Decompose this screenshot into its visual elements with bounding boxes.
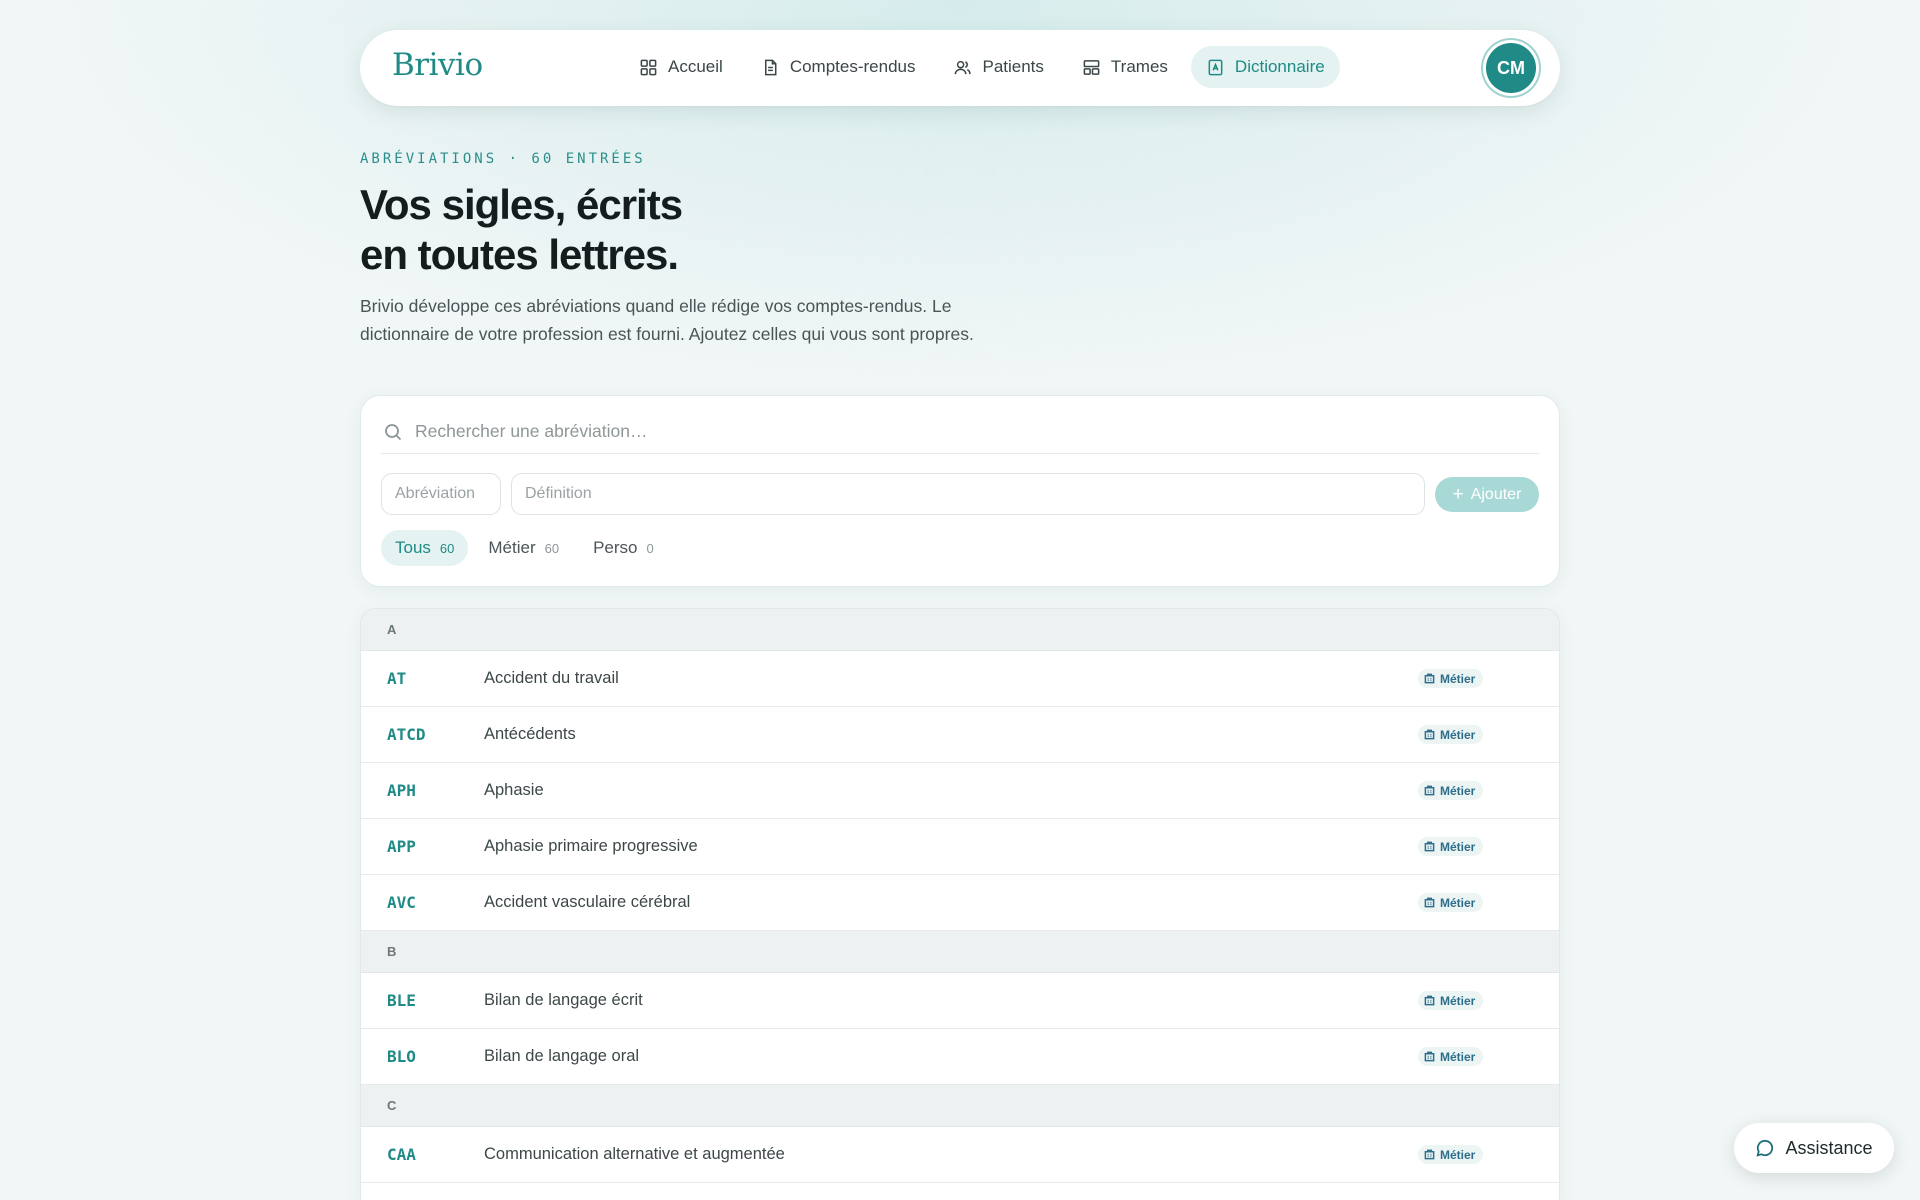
definition: Aphasie bbox=[484, 781, 544, 799]
plus-icon: + bbox=[1452, 484, 1464, 505]
abbreviation: BLO bbox=[387, 1047, 416, 1066]
section-eyebrow: ABRÉVIATIONS · 60 ENTRÉES bbox=[360, 151, 646, 167]
nav-item-dictionnaire[interactable]: Dictionnaire bbox=[1190, 46, 1340, 88]
tab-label: Métier bbox=[488, 538, 536, 557]
building-icon bbox=[1424, 995, 1435, 1006]
abbreviation: CAA bbox=[387, 1145, 416, 1164]
add-button[interactable]: + Ajouter bbox=[1435, 477, 1539, 512]
search-icon bbox=[385, 423, 402, 440]
add-button-label: Ajouter bbox=[1470, 485, 1522, 503]
abbreviation-list: A AT Accident du travail Métier ATCD Ant… bbox=[360, 608, 1560, 1200]
nav-item-label: Dictionnaire bbox=[1234, 57, 1325, 76]
grid-icon bbox=[640, 59, 657, 75]
category-badge: Métier bbox=[1418, 725, 1484, 744]
category-badge: Métier bbox=[1418, 1145, 1484, 1164]
building-icon bbox=[1424, 897, 1435, 908]
nav-item-patients[interactable]: Patients bbox=[938, 46, 1058, 88]
badge-label: Métier bbox=[1440, 727, 1476, 742]
list-item[interactable]: AVC Accident vasculaire cérébral Métier bbox=[361, 875, 1559, 931]
title-line-1: Vos sigles, écrits bbox=[360, 181, 683, 228]
category-badge: Métier bbox=[1418, 669, 1484, 688]
list-item[interactable]: BLO Bilan de langage oral Métier bbox=[361, 1029, 1559, 1085]
abbreviation: APP bbox=[387, 837, 416, 856]
badge-label: Métier bbox=[1440, 895, 1476, 910]
abbreviation: APH bbox=[387, 781, 416, 800]
definition: Aphasie primaire progressive bbox=[484, 837, 698, 855]
search-card: + Ajouter Tous 60 Métier 60 Perso 0 bbox=[360, 395, 1560, 587]
abbreviation: BLE bbox=[387, 991, 416, 1010]
nav-item-label: Trames bbox=[1110, 57, 1168, 76]
page-description: Brivio développe ces abréviations quand … bbox=[360, 296, 974, 344]
definition-field[interactable] bbox=[511, 473, 1425, 515]
list-item[interactable]: APP Aphasie primaire progressive Métier bbox=[361, 819, 1559, 875]
nav-item-trames[interactable]: Trames bbox=[1067, 46, 1183, 88]
abbreviation-field[interactable] bbox=[381, 473, 501, 515]
assistance-button[interactable]: Assistance bbox=[1734, 1123, 1894, 1173]
list-item[interactable]: CAA Communication alternative et augment… bbox=[361, 1127, 1559, 1183]
abbreviation: AVC bbox=[387, 893, 416, 912]
title-line-2: en toutes lettres. bbox=[360, 231, 679, 278]
building-icon bbox=[1424, 841, 1435, 852]
nav-item-label: Comptes-rendus bbox=[789, 57, 916, 76]
group-header: C bbox=[361, 1085, 1559, 1127]
group-header: A bbox=[361, 609, 1559, 651]
building-icon bbox=[1424, 673, 1435, 684]
category-badge: Métier bbox=[1418, 991, 1484, 1010]
list-item[interactable]: BLE Bilan de langage écrit Métier bbox=[361, 973, 1559, 1029]
building-icon bbox=[1424, 785, 1435, 796]
assistance-label: Assistance bbox=[1785, 1137, 1873, 1158]
badge-label: Métier bbox=[1440, 1147, 1476, 1162]
tab-metier[interactable]: Métier 60 bbox=[474, 530, 573, 566]
chat-bubble-icon bbox=[1756, 1139, 1774, 1157]
list-item[interactable] bbox=[361, 1183, 1559, 1200]
layout-icon bbox=[1083, 59, 1100, 75]
list-item[interactable]: ATCD Antécédents Métier bbox=[361, 707, 1559, 763]
tab-label: Tous bbox=[395, 538, 431, 557]
category-badge: Métier bbox=[1418, 893, 1484, 912]
definition: Accident du travail bbox=[484, 669, 619, 687]
definition: Bilan de langage oral bbox=[484, 1047, 640, 1065]
search-bar bbox=[381, 410, 1539, 454]
building-icon bbox=[1424, 1149, 1435, 1160]
list-item[interactable]: APH Aphasie Métier bbox=[361, 763, 1559, 819]
nav-item-label: Accueil bbox=[668, 57, 723, 76]
badge-label: Métier bbox=[1440, 839, 1476, 854]
document-icon bbox=[764, 59, 777, 75]
tab-label: Perso bbox=[593, 538, 638, 557]
definition: Communication alternative et augmentée bbox=[484, 1145, 785, 1163]
group-header: B bbox=[361, 931, 1559, 973]
tab-count: 60 bbox=[439, 540, 455, 556]
category-badge: Métier bbox=[1418, 837, 1484, 856]
category-badge: Métier bbox=[1418, 781, 1484, 800]
nav-items: Accueil Comptes-rendus Patients Trames D… bbox=[624, 46, 1340, 88]
list-item[interactable]: AT Accident du travail Métier bbox=[361, 651, 1559, 707]
badge-label: Métier bbox=[1440, 783, 1476, 798]
nav-item-label: Patients bbox=[982, 57, 1044, 76]
badge-label: Métier bbox=[1440, 671, 1476, 686]
abbreviation: ATCD bbox=[387, 725, 426, 744]
tab-perso[interactable]: Perso 0 bbox=[579, 530, 668, 566]
definition: Antécédents bbox=[484, 725, 576, 743]
tab-tous[interactable]: Tous 60 bbox=[381, 530, 469, 566]
brand-logo[interactable]: Brivio bbox=[392, 47, 483, 83]
abbreviation: AT bbox=[387, 669, 407, 688]
definition: Accident vasculaire cérébral bbox=[484, 893, 691, 911]
building-icon bbox=[1424, 1051, 1435, 1062]
nav-item-accueil[interactable]: Accueil bbox=[624, 46, 738, 88]
definition: Bilan de langage écrit bbox=[484, 991, 643, 1009]
category-badge: Métier bbox=[1418, 1047, 1484, 1066]
badge-label: Métier bbox=[1440, 1049, 1476, 1064]
user-avatar[interactable]: CM bbox=[1486, 43, 1536, 93]
tab-count: 0 bbox=[646, 540, 654, 556]
nav-item-comptes-rendus[interactable]: Comptes-rendus bbox=[746, 46, 931, 88]
tab-count: 60 bbox=[544, 540, 560, 556]
building-icon bbox=[1424, 729, 1435, 740]
badge-label: Métier bbox=[1440, 993, 1476, 1008]
book-icon bbox=[1208, 59, 1223, 75]
search-input[interactable] bbox=[415, 421, 1515, 442]
page-title: Vos sigles, écrits en toutes lettres. bbox=[360, 180, 1000, 280]
filter-tabs: Tous 60 Métier 60 Perso 0 bbox=[381, 530, 668, 566]
users-icon bbox=[955, 60, 972, 74]
top-nav: Brivio Accueil Comptes-rendus Patients T… bbox=[360, 30, 1560, 106]
